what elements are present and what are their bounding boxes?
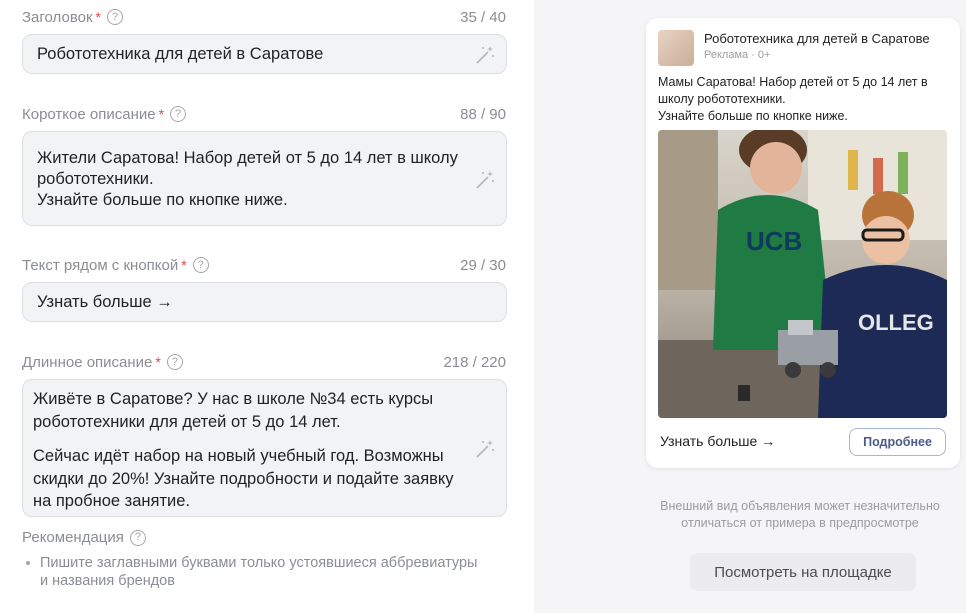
help-icon[interactable]: ? — [129, 529, 146, 546]
short-desc-line: робототехники. — [37, 170, 154, 188]
long-desc-textarea[interactable]: Живёте в Саратове? У нас в школе №34 ест… — [22, 379, 507, 517]
long-desc-line: на пробное занятие. — [33, 492, 190, 510]
short-desc-label: Короткое описание — [22, 105, 156, 123]
button-text-input[interactable]: Узнать больше → — [22, 282, 507, 322]
magic-wand-icon[interactable] — [474, 438, 496, 460]
help-icon[interactable]: ? — [166, 354, 183, 370]
recommendation-line: Пишите заглавными буквами только устоявш… — [40, 555, 478, 571]
title-input-value: Робототехника для детей в Саратове — [37, 45, 324, 63]
ad-text: Мамы Саратова! Набор детей от 5 до 14 ле… — [658, 74, 948, 125]
short-desc-line: Жители Саратова! Набор детей от 5 до 14 … — [37, 149, 458, 167]
button-text-label: Текст рядом с кнопкой — [22, 256, 179, 274]
long-desc-label: Длинное описание — [22, 353, 153, 371]
short-desc-char-counter: 88 / 90 — [460, 105, 506, 123]
svg-text:UCB: UCB — [746, 226, 802, 256]
view-on-platform-button[interactable]: Посмотреть на площадке — [690, 553, 916, 591]
short-desc-line: Узнайте больше по кнопке ниже. — [37, 191, 288, 209]
required-mark: * — [95, 9, 101, 25]
ad-text-line: школу робототехники. — [658, 92, 786, 106]
help-icon[interactable]: ? — [192, 257, 209, 273]
required-mark: * — [158, 106, 165, 122]
recommendation-item: Пишите заглавными буквами только устоявш… — [24, 554, 494, 590]
long-desc-line: Сейчас идёт набор на новый учебный год. … — [33, 447, 444, 465]
ad-form-panel: Заголовок * ? 35 / 40 Робототехника для … — [0, 0, 534, 613]
preview-disclaimer-line: отличаться от примера в предпросмотре — [681, 516, 919, 530]
required-mark: * — [181, 257, 187, 273]
long-desc-line: Живёте в Саратове? У нас в школе №34 ест… — [33, 390, 434, 408]
magic-wand-icon[interactable] — [474, 169, 496, 191]
long-desc-header: Длинное описание * ? 218 / 220 — [22, 352, 506, 372]
title-field-label: Заголовок — [22, 8, 93, 26]
ad-cta-text: Узнать больше → — [660, 433, 776, 449]
title-input[interactable]: Робототехника для детей в Саратове — [22, 34, 507, 74]
preview-disclaimer-line: Внешний вид объявления может незначитель… — [660, 499, 940, 513]
help-icon[interactable]: ? — [170, 106, 187, 122]
recommendation-title: Рекомендация ? — [22, 529, 146, 546]
ad-preview-card: Робототехника для детей в Саратове Рекла… — [646, 18, 960, 468]
more-button[interactable]: Подробнее — [849, 428, 946, 456]
recommendation-label: Рекомендация — [22, 529, 124, 546]
long-desc-char-counter: 218 / 220 — [443, 353, 506, 371]
button-text-header: Текст рядом с кнопкой * ? 29 / 30 — [22, 255, 506, 275]
recommendation-line: и названия брендов — [40, 573, 175, 589]
short-desc-textarea[interactable]: Жители Саратова! Набор детей от 5 до 14 … — [22, 131, 507, 226]
magic-wand-icon[interactable] — [474, 44, 496, 66]
preview-disclaimer: Внешний вид объявления может незначитель… — [640, 498, 960, 532]
title-char-counter: 35 / 40 — [460, 8, 506, 26]
ad-meta-label: Реклама · 0+ — [704, 49, 771, 61]
title-field-header: Заголовок * ? 35 / 40 — [22, 7, 506, 27]
button-text-value: Узнать больше → — [37, 293, 173, 311]
kids-robotics-photo: UCB OLLEG — [658, 130, 947, 418]
ad-text-line: Узнайте больше по кнопке ниже. — [658, 109, 848, 123]
ad-text-line: Мамы Саратова! Набор детей от 5 до 14 ле… — [658, 75, 928, 89]
short-desc-header: Короткое описание * ? 88 / 90 — [22, 104, 506, 124]
svg-text:OLLEG: OLLEG — [858, 310, 934, 335]
advertiser-avatar — [658, 30, 694, 66]
button-text-char-counter: 29 / 30 — [460, 256, 506, 274]
long-desc-line: скидки до 20%! Узнайте подробности и под… — [33, 469, 454, 488]
advertiser-name: Робототехника для детей в Саратове — [704, 31, 930, 46]
long-desc-line: робототехники для детей от 5 до 14 лет. — [33, 412, 341, 431]
help-icon[interactable]: ? — [106, 9, 123, 25]
required-mark: * — [155, 354, 161, 370]
